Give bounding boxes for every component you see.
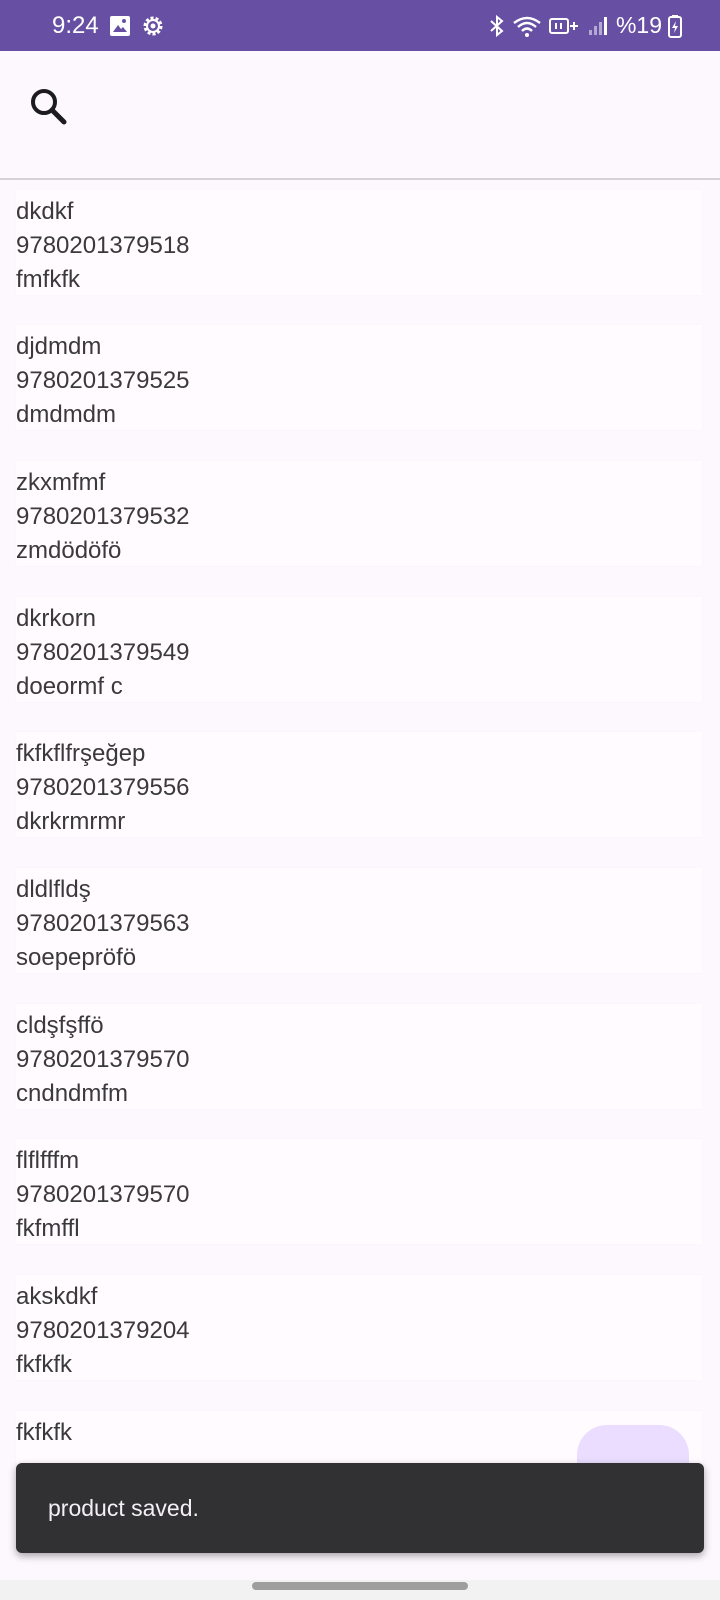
product-card[interactable]: djdmdm 9780201379525 dmdmdm (16, 325, 702, 430)
product-barcode: 9780201379570 (16, 1046, 190, 1073)
product-barcode: 9780201379570 (16, 1181, 190, 1208)
product-name: fkfkflfrşeğep (16, 740, 146, 767)
product-description: soepepröfö (16, 944, 137, 971)
volte-icon (548, 14, 582, 38)
battery-percent: %19 (615, 12, 662, 38)
product-barcode: 9780201379532 (16, 503, 190, 530)
product-name: djdmdm (16, 333, 102, 360)
gesture-handle[interactable] (252, 1582, 468, 1590)
product-description: fkfmffl (16, 1215, 80, 1242)
product-barcode: 9780201379518 (16, 232, 190, 259)
product-name: dldlfldş (16, 876, 91, 903)
product-barcode: 9780201379549 (16, 639, 190, 666)
product-barcode: 9780201379525 (16, 367, 190, 394)
product-name: dkdkf (16, 198, 74, 225)
product-name: zkxmfmf (16, 469, 106, 496)
status-bar: 9:24 %19 (0, 0, 720, 51)
search-button[interactable] (26, 84, 70, 128)
snackbar-message: product saved. (48, 1495, 199, 1521)
product-name: cldşfşffö (16, 1012, 104, 1039)
product-description: doeormf c (16, 673, 123, 700)
wifi-icon (512, 14, 542, 38)
product-card[interactable]: dldlfldş 9780201379563 soepepröfö (16, 868, 702, 973)
settings-gear-icon (141, 14, 165, 38)
product-barcode: 9780201379563 (16, 910, 190, 937)
signal-icon (588, 14, 610, 38)
product-card[interactable]: dkrkorn 9780201379549 doeormf c (16, 597, 702, 702)
product-name: flflfffm (16, 1147, 80, 1174)
top-app-bar (0, 51, 720, 180)
product-description: dkrkrmrmr (16, 808, 126, 835)
product-barcode: 9780201379556 (16, 774, 190, 801)
gallery-icon (109, 15, 131, 37)
product-description: cndndmfm (16, 1080, 129, 1107)
product-card[interactable]: fkfkflfrşeğep 9780201379556 dkrkrmrmr (16, 732, 702, 837)
product-list[interactable]: dkdkf 9780201379518 fmfkfk djdmdm 978020… (0, 180, 720, 1580)
product-description: fkfkfk (16, 1351, 73, 1378)
search-icon (31, 89, 67, 125)
status-time: 9:24 (52, 11, 99, 39)
product-name: akskdkf (16, 1283, 98, 1310)
product-card[interactable]: dkdkf 9780201379518 fmfkfk (16, 190, 702, 295)
snackbar: product saved. (16, 1463, 704, 1553)
product-card[interactable]: zkxmfmf 9780201379532 zmdödöfö (16, 461, 702, 566)
product-barcode: 9780201379204 (16, 1317, 190, 1344)
product-card[interactable]: flflfffm 9780201379570 fkfmffl (16, 1139, 702, 1244)
product-name: dkrkorn (16, 605, 97, 632)
bluetooth-icon (488, 14, 506, 38)
product-description: fmfkfk (16, 266, 80, 293)
battery-charging-icon (668, 14, 682, 38)
product-card[interactable]: cldşfşffö 9780201379570 cndndmfm (16, 1004, 702, 1109)
product-description: zmdödöfö (16, 537, 122, 564)
product-card[interactable]: akskdkf 9780201379204 fkfkfk (16, 1275, 702, 1380)
product-description: dmdmdm (16, 401, 117, 428)
